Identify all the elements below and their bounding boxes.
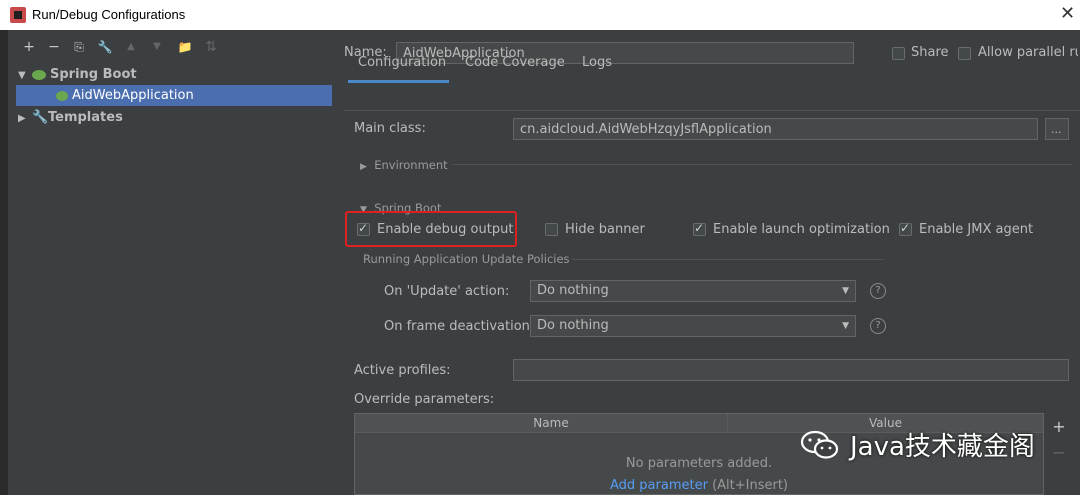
main-class-field[interactable]: cn.aidcloud.AidWebHzqyJsflApplication	[513, 118, 1038, 140]
spring-boot-run-icon	[56, 90, 68, 101]
add-parameter-shortcut: (Alt+Insert)	[712, 478, 788, 493]
remove-config-button[interactable]: −	[43, 36, 65, 58]
collapse-arrow-icon[interactable]: ▶	[18, 108, 32, 129]
tab-logs[interactable]: Logs	[582, 52, 612, 80]
copy-config-button[interactable]: ⎘	[68, 36, 90, 58]
expand-arrow-icon[interactable]: ▼	[18, 65, 32, 86]
tab-label: Code Coverage	[465, 55, 565, 70]
move-into-folder-button[interactable]: 📁	[174, 36, 196, 58]
help-icon[interactable]: ?	[870, 318, 886, 334]
frame-deactivation-label: On frame deactivation:	[384, 319, 535, 334]
tab-label: Logs	[582, 55, 612, 70]
update-policies-title: Running Application Update Policies	[363, 252, 570, 266]
tree-group-label: Spring Boot	[50, 67, 137, 82]
window-title: Run/Debug Configurations	[32, 7, 186, 22]
share-checkbox[interactable]	[892, 47, 905, 60]
wrench-icon: 🔧	[32, 110, 49, 125]
edit-defaults-wrench-icon[interactable]: 🔧	[94, 36, 116, 58]
intellij-app-icon	[10, 7, 26, 23]
tree-group-templates[interactable]: ▶ 🔧Templates	[18, 107, 123, 128]
enable-jmx-agent-label: Enable JMX agent	[919, 222, 1034, 237]
wechat-icon	[800, 430, 839, 459]
collapsed-arrow-icon: ▶	[360, 162, 367, 172]
add-parameter-button[interactable]: +	[1050, 418, 1068, 436]
spring-boot-icon	[32, 69, 46, 80]
remove-parameter-button[interactable]: −	[1050, 444, 1068, 462]
tree-item-aidwebapplication[interactable]: AidWebApplication	[16, 85, 332, 106]
help-icon[interactable]: ?	[870, 283, 886, 299]
column-header-name[interactable]: Name	[375, 414, 728, 432]
title-bar: Run/Debug Configurations ✕	[0, 0, 1080, 30]
add-parameter-row: Add parameter (Alt+Insert)	[355, 478, 1043, 493]
watermark-text: Java技术藏金阁	[850, 432, 1035, 462]
override-parameters-label: Override parameters:	[354, 392, 495, 407]
tab-code-coverage[interactable]: Code Coverage	[465, 52, 565, 80]
add-parameter-link[interactable]: Add parameter	[610, 478, 708, 493]
tree-group-label: Templates	[48, 110, 123, 125]
hide-banner-label: Hide banner	[565, 222, 645, 237]
update-action-label: On 'Update' action:	[384, 284, 510, 299]
enable-launch-optimization-label: Enable launch optimization	[713, 222, 890, 237]
update-action-value: Do nothing	[537, 283, 609, 298]
hide-banner-checkbox[interactable]	[545, 223, 558, 236]
frame-deactivation-value: Do nothing	[537, 318, 609, 333]
allow-parallel-run-label: Allow parallel run	[978, 45, 1078, 60]
tabs-divider	[344, 110, 1080, 111]
dropdown-arrow-icon: ▼	[842, 286, 849, 296]
allow-parallel-run-checkbox[interactable]	[958, 47, 971, 60]
dropdown-arrow-icon: ▼	[842, 321, 849, 331]
update-action-dropdown[interactable]: Do nothing ▼	[530, 280, 856, 302]
enable-launch-optimization-checkbox[interactable]	[693, 221, 706, 236]
enable-jmx-agent-checkbox[interactable]	[899, 221, 912, 236]
frame-deactivation-dropdown[interactable]: Do nothing ▼	[530, 315, 856, 337]
red-highlight-box	[345, 211, 517, 247]
tree-item-label: AidWebApplication	[72, 88, 194, 103]
environment-label: Environment	[374, 158, 448, 172]
environment-toggle[interactable]: ▶ Environment	[360, 158, 448, 172]
environment-divider	[452, 164, 1072, 165]
browse-main-class-button[interactable]: ...	[1045, 118, 1069, 140]
main-class-label: Main class:	[354, 121, 426, 136]
active-profiles-field[interactable]	[513, 359, 1069, 381]
close-button[interactable]: ✕	[1060, 3, 1075, 24]
active-profiles-label: Active profiles:	[354, 363, 451, 378]
add-config-button[interactable]: +	[18, 36, 40, 58]
sort-configs-button[interactable]: ⇅	[200, 36, 222, 58]
tree-group-spring-boot[interactable]: ▼ Spring Boot	[18, 64, 137, 85]
update-policies-divider	[572, 259, 884, 260]
move-up-button[interactable]: ▲	[120, 36, 142, 58]
move-down-button[interactable]: ▼	[146, 36, 168, 58]
tab-label: Configuration	[358, 55, 447, 70]
left-edge-strip	[0, 30, 8, 495]
share-label: Share	[911, 45, 949, 60]
tab-configuration[interactable]: Configuration	[348, 52, 449, 83]
